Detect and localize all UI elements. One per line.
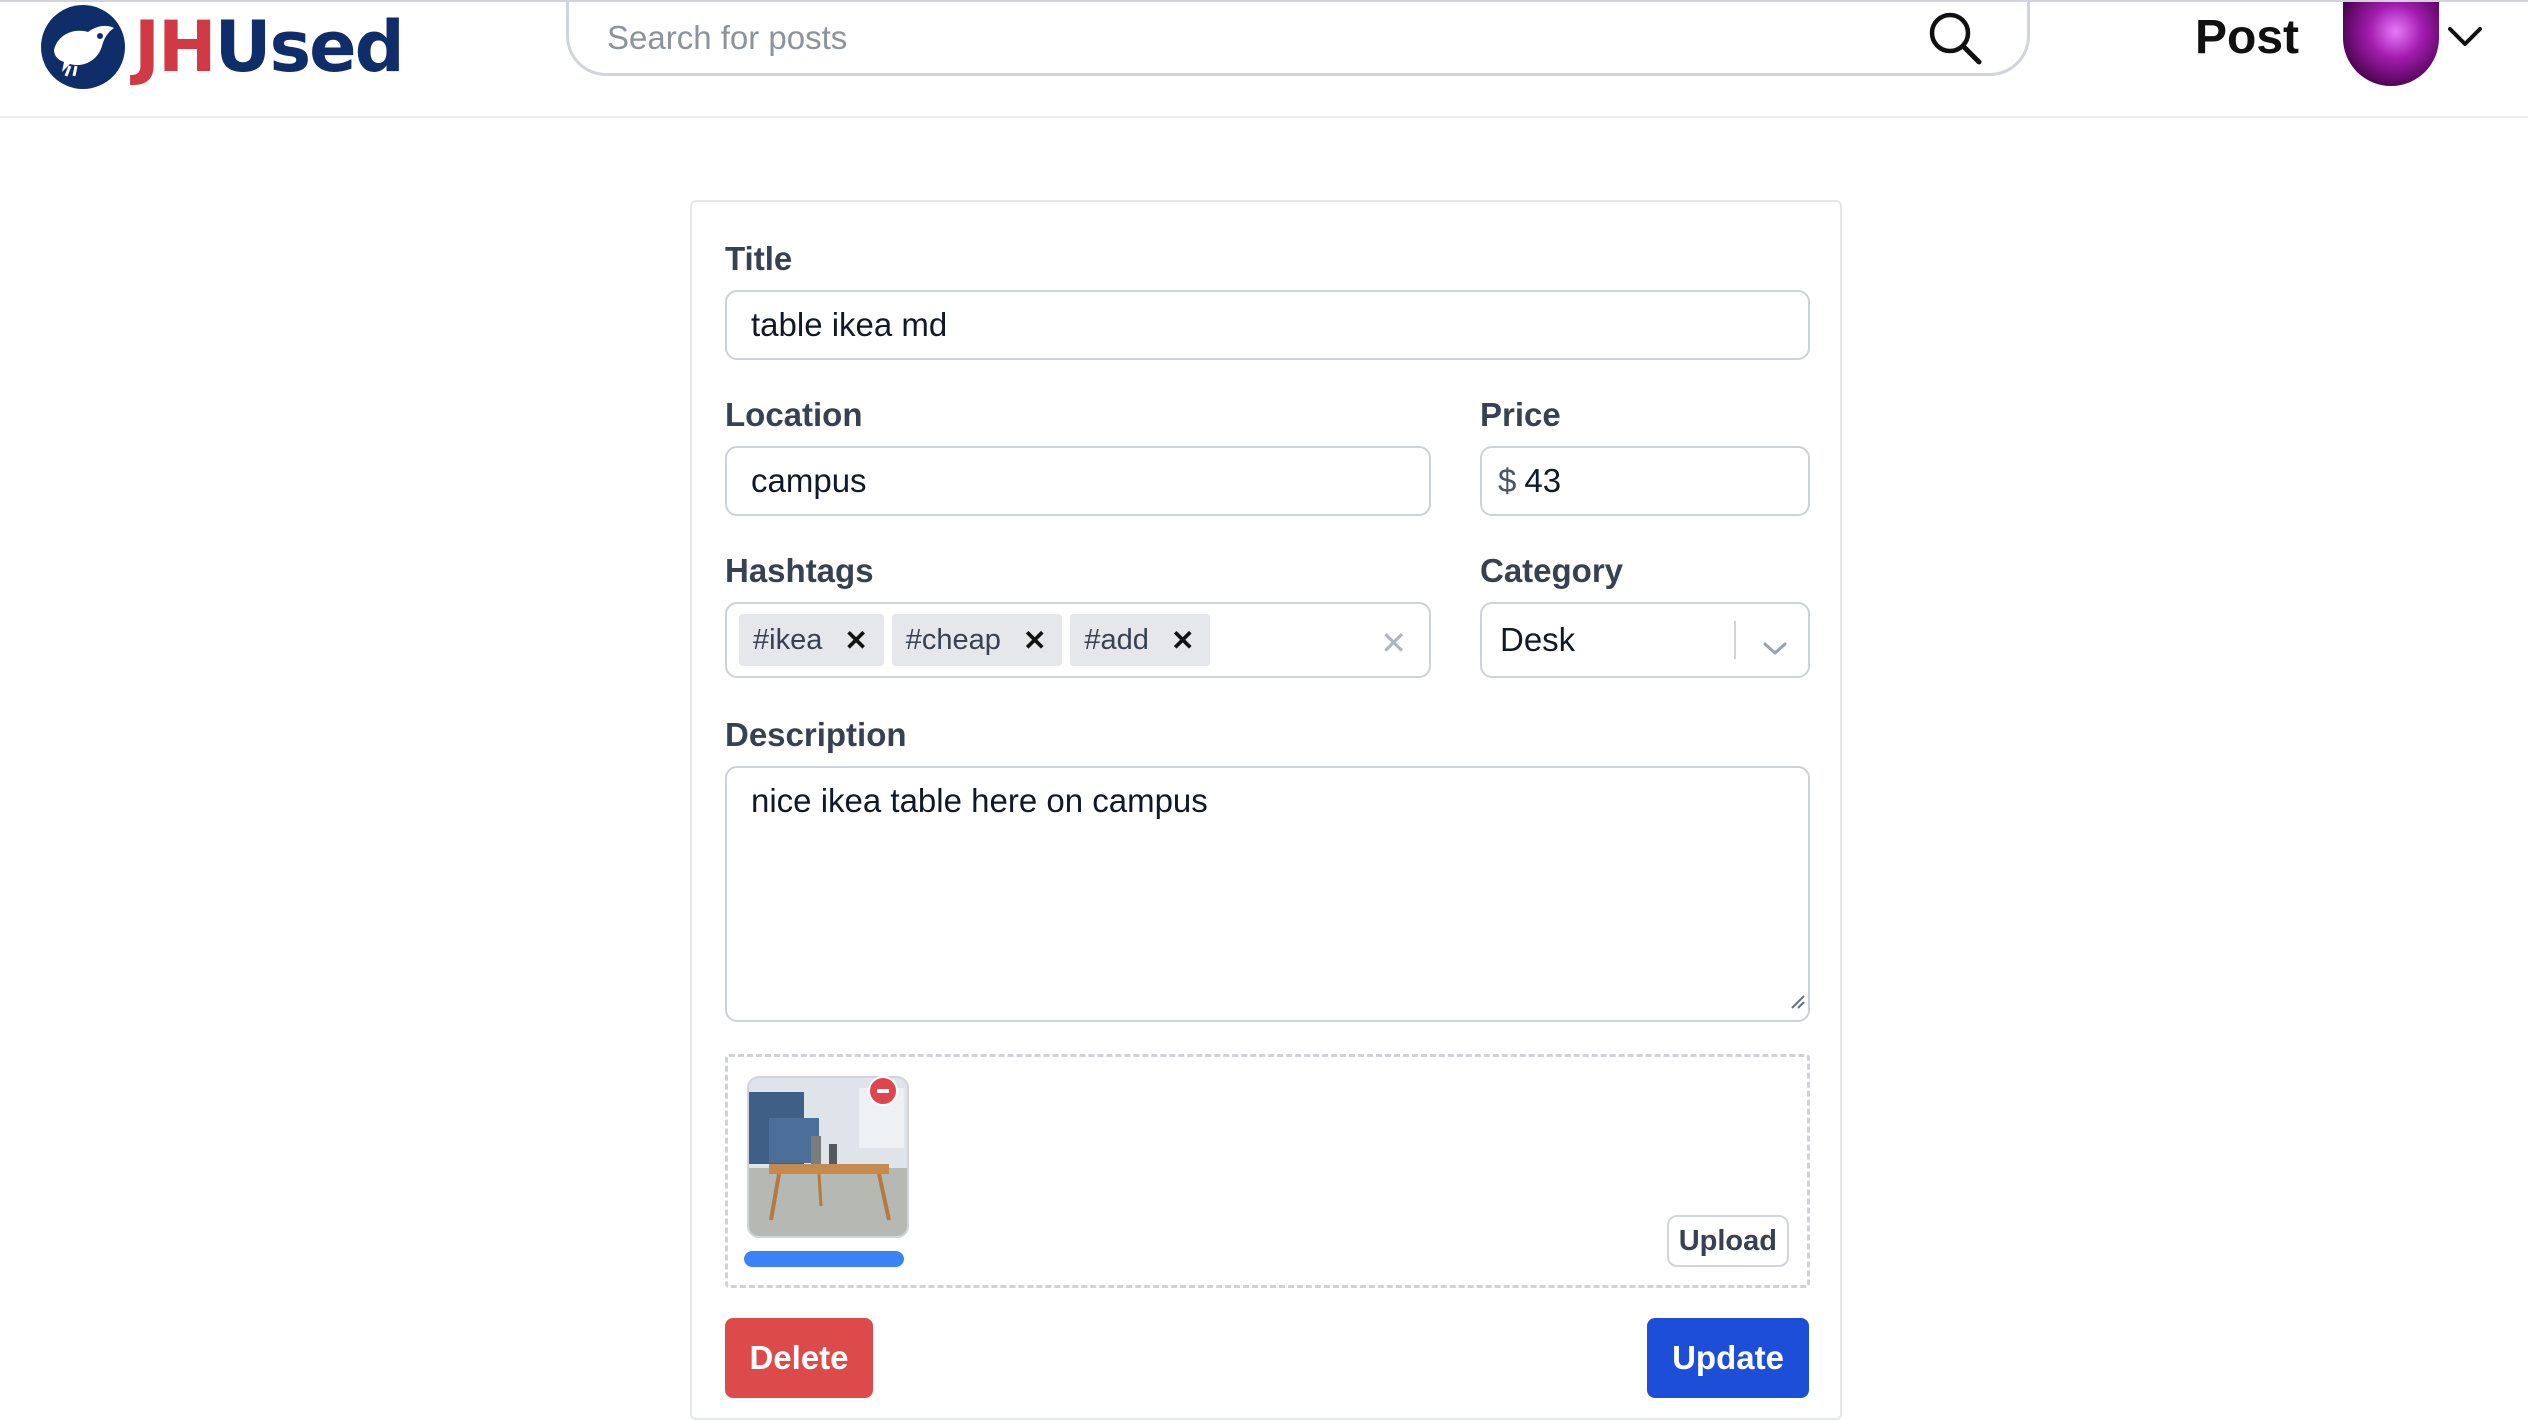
top-nav-bar: JHUsed Post (0, 0, 2528, 118)
price-value: 43 (1524, 462, 1562, 499)
hashtag-chip: #ikea ✕ (739, 614, 884, 666)
description-value: nice ikea table here on campus (751, 782, 1208, 819)
hashtag-chip: #cheap ✕ (891, 614, 1063, 666)
description-label: Description (725, 716, 907, 753)
hashtag-chip: #add ✕ (1070, 614, 1211, 666)
bird-logo-icon (41, 5, 125, 89)
remove-tag-icon[interactable]: ✕ (1171, 624, 1194, 657)
category-value: Desk (1500, 621, 1576, 658)
chevron-down-icon[interactable] (1762, 628, 1788, 666)
title-label: Title (725, 240, 793, 277)
select-separator (1734, 621, 1736, 659)
description-textarea[interactable]: nice ikea table here on campus (725, 766, 1810, 1022)
update-button[interactable]: Update (1647, 1318, 1809, 1398)
hashtag-text: #cheap (905, 623, 1001, 656)
upload-progress-fill (744, 1251, 904, 1267)
edit-post-form: Title table ikea md Location campus Pric… (690, 200, 1842, 1420)
search-input[interactable] (605, 17, 1859, 58)
hashtags-field[interactable]: #ikea ✕ #cheap ✕ #add ✕ ✕ (725, 602, 1431, 678)
category-select[interactable]: Desk (1480, 602, 1810, 678)
search-bar (566, 2, 2030, 76)
logo[interactable]: JHUsed (40, 4, 405, 90)
location-field[interactable]: campus (725, 446, 1431, 516)
chevron-down-icon[interactable] (2446, 24, 2484, 55)
title-field[interactable]: table ikea md (725, 290, 1810, 360)
post-link[interactable]: Post (2195, 10, 2299, 65)
hashtag-text: #add (1084, 623, 1149, 656)
location-value: campus (751, 462, 867, 499)
price-field[interactable]: $ 43 (1480, 446, 1810, 516)
delete-button[interactable]: Delete (725, 1318, 873, 1398)
remove-tag-icon[interactable]: ✕ (844, 624, 867, 657)
upload-button[interactable]: Upload (1666, 1215, 1789, 1267)
remove-tag-icon[interactable]: ✕ (1023, 624, 1046, 657)
avatar[interactable] (2343, 2, 2439, 86)
clear-all-icon[interactable]: ✕ (1380, 624, 1407, 662)
logo-wordmark: JHUsed (134, 6, 405, 88)
currency-symbol: $ (1498, 462, 1517, 499)
hashtags-label: Hashtags (725, 552, 874, 589)
image-dropzone[interactable]: Upload (725, 1054, 1810, 1288)
location-label: Location (725, 396, 863, 433)
title-value: table ikea md (751, 306, 948, 343)
hashtag-text: #ikea (753, 623, 823, 656)
upload-progress-bar (744, 1251, 904, 1267)
price-label: Price (1480, 396, 1561, 433)
resize-grip-icon[interactable] (1788, 980, 1806, 1018)
category-label: Category (1480, 552, 1624, 589)
search-icon[interactable] (1925, 8, 1985, 73)
remove-image-icon[interactable] (868, 1076, 898, 1106)
